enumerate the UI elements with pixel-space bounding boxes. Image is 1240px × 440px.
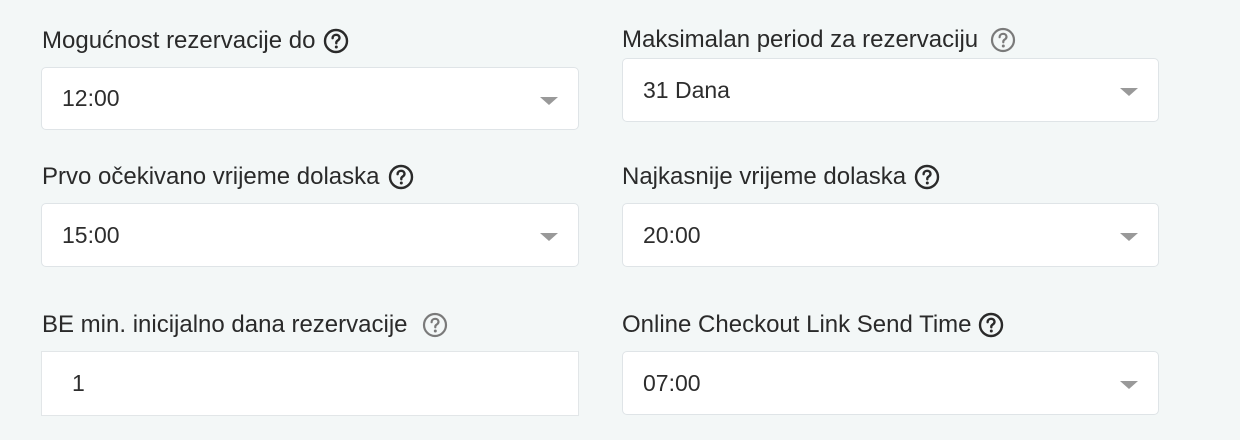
max-booking-period-select[interactable]: 31 Dana — [622, 58, 1159, 122]
label-text: BE min. inicijalno dana rezervacije — [42, 311, 408, 338]
input-value: 1 — [72, 370, 85, 396]
label-be-min-initial-days: BE min. inicijalno dana rezervacije — [42, 310, 448, 340]
question-circle-icon[interactable] — [990, 27, 1016, 53]
question-circle-icon[interactable] — [978, 312, 1004, 338]
label-max-booking-period: Maksimalan period za rezervaciju — [622, 25, 1016, 55]
chevron-down-icon — [1120, 233, 1138, 241]
latest-arrival-select[interactable]: 20:00 — [622, 203, 1159, 267]
label-latest-arrival: Najkasnije vrijeme dolaska — [622, 162, 940, 192]
chevron-down-icon — [540, 96, 558, 105]
label-first-expected-arrival: Prvo očekivano vrijeme dolaska — [42, 162, 414, 192]
question-circle-icon[interactable] — [323, 28, 349, 54]
select-value: 12:00 — [62, 85, 120, 111]
label-text: Online Checkout Link Send Time — [622, 311, 972, 338]
online-checkout-link-send-time-select[interactable]: 07:00 — [622, 351, 1159, 415]
question-circle-icon[interactable] — [422, 312, 448, 338]
label-text: Mogućnost rezervacije do — [42, 27, 316, 54]
booking-possible-until-select[interactable]: 12:00 — [41, 67, 579, 130]
select-value: 31 Dana — [643, 76, 730, 103]
chevron-down-icon — [1120, 88, 1138, 96]
be-min-initial-days-input[interactable]: 1 — [41, 351, 579, 416]
chevron-down-icon — [1120, 381, 1138, 389]
label-text: Prvo očekivano vrijeme dolaska — [42, 163, 380, 190]
select-value: 15:00 — [62, 221, 120, 248]
label-booking-possible-until: Mogućnost rezervacije do — [42, 26, 349, 56]
select-value: 07:00 — [643, 369, 701, 396]
question-circle-icon[interactable] — [914, 164, 940, 190]
label-text: Maksimalan period za rezervaciju — [622, 26, 979, 53]
label-online-checkout-link-send-time: Online Checkout Link Send Time — [622, 310, 1004, 340]
select-value: 20:00 — [643, 221, 701, 248]
label-text: Najkasnije vrijeme dolaska — [622, 163, 907, 190]
chevron-down-icon — [540, 233, 558, 241]
first-expected-arrival-select[interactable]: 15:00 — [41, 203, 579, 267]
question-circle-icon[interactable] — [388, 164, 414, 190]
